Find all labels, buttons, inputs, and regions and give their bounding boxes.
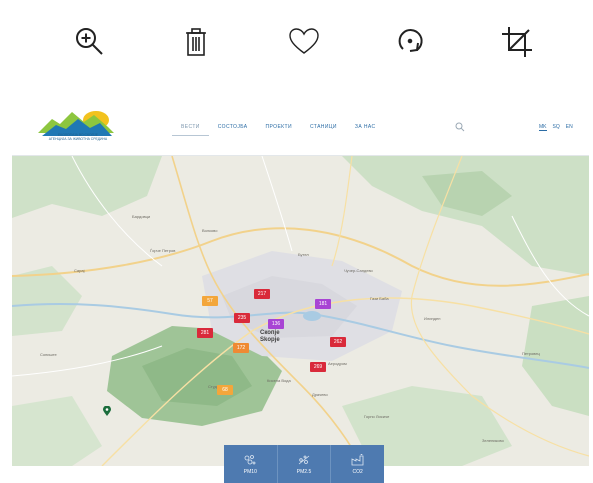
station-aqi-marker[interactable]: 172 <box>233 343 249 353</box>
website-screenshot: ЕКОЛОГИЈА ВО СКОПЈЕ АГЕНЦИЈА ЗА ЖИВОТНА … <box>12 100 589 483</box>
nav-item-news[interactable]: ВЕСТИ <box>172 124 209 136</box>
nav-item-about[interactable]: ЗА НАС <box>346 124 385 136</box>
site-logo[interactable]: ЕКОЛОГИЈА ВО СКОПЈЕ АГЕНЦИЈА ЗА ЖИВОТНА … <box>36 103 116 149</box>
station-aqi-marker[interactable]: 281 <box>197 328 213 338</box>
map-background <box>12 156 589 466</box>
map-pin-icon[interactable] <box>103 406 111 416</box>
nav-item-stations[interactable]: СТАНИЦИ <box>301 124 346 136</box>
station-aqi-marker[interactable]: 262 <box>330 337 346 347</box>
lang-sq[interactable]: SQ <box>553 124 560 131</box>
station-aqi-marker[interactable]: 136 <box>268 319 284 329</box>
heart-icon[interactable] <box>284 22 324 62</box>
tab-label: PM10 <box>243 468 257 475</box>
tab-pm10[interactable]: PM10 <box>224 445 278 483</box>
image-viewer-toolbar <box>0 0 593 88</box>
tab-label: PM2.5 <box>296 468 312 475</box>
logo-line-2: АГЕНЦИЈА ЗА ЖИВОТНА СРЕДИНА <box>48 137 108 141</box>
station-aqi-marker[interactable]: 269 <box>310 362 326 372</box>
fine-particles-icon <box>298 455 310 464</box>
crop-icon[interactable] <box>497 22 537 62</box>
station-aqi-marker[interactable]: 235 <box>234 313 250 323</box>
station-aqi-marker[interactable]: 57 <box>202 296 218 306</box>
factory-icon <box>351 453 364 465</box>
air-quality-map[interactable]: Бардовци Волково Сарај Горно Лисиче Драч… <box>12 156 589 466</box>
zoom-in-icon[interactable] <box>70 22 110 62</box>
trash-icon[interactable] <box>176 22 216 62</box>
search-icon[interactable] <box>455 122 465 132</box>
pollutant-tabs: PM10 PM2.5 CO2 <box>224 445 384 483</box>
lang-en[interactable]: EN <box>566 124 573 131</box>
station-aqi-marker[interactable]: 181 <box>315 299 331 309</box>
lang-mk[interactable]: MK <box>539 124 547 131</box>
logo-text: ЕКОЛОГИЈА ВО СКОПЈЕ АГЕНЦИЈА ЗА ЖИВОТНА … <box>38 133 118 141</box>
nav-item-status[interactable]: СОСТОЈБА <box>209 124 257 136</box>
language-switcher: MK SQ EN <box>539 124 573 131</box>
tab-pm25[interactable]: PM2.5 <box>278 445 332 483</box>
main-nav: ВЕСТИ СОСТОЈБА ПРОЕКТИ СТАНИЦИ ЗА НАС <box>172 124 385 136</box>
particles-icon <box>244 454 256 464</box>
rotate-icon[interactable] <box>390 22 430 62</box>
site-header: ЕКОЛОГИЈА ВО СКОПЈЕ АГЕНЦИЈА ЗА ЖИВОТНА … <box>12 100 589 156</box>
station-aqi-marker[interactable]: 217 <box>254 289 270 299</box>
tab-label: CO2 <box>352 468 363 475</box>
tab-co2[interactable]: CO2 <box>331 445 384 483</box>
nav-item-projects[interactable]: ПРОЕКТИ <box>257 124 301 136</box>
station-aqi-marker[interactable]: 68 <box>217 385 233 395</box>
